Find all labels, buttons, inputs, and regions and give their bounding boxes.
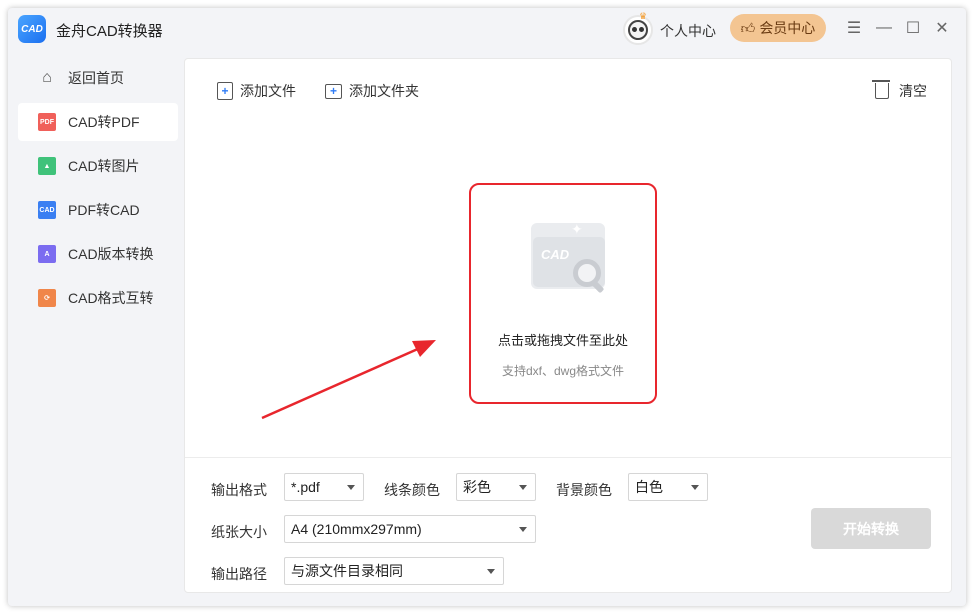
annotation-arrow-icon [261,340,436,420]
app-window: CAD 金舟CAD转换器 ♛ 个人中心 👍︎ 会员中心 ☰ — ☐ ✕ ⌂ 返回… [8,8,966,606]
